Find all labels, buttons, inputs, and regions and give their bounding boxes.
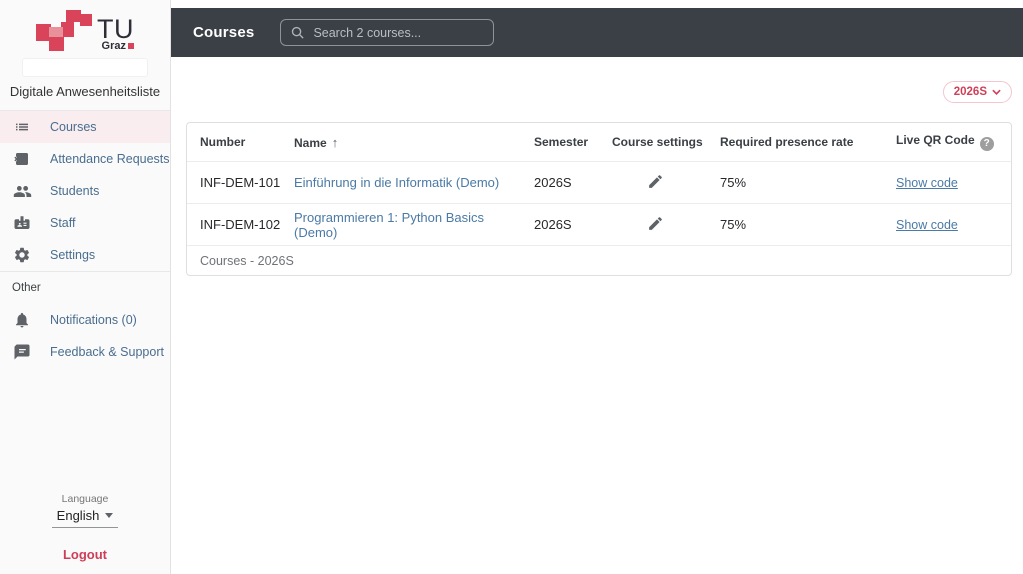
pencil-icon	[649, 174, 662, 188]
sidebar-bottom: Language English Logout	[0, 493, 170, 574]
column-header-number: Number	[200, 135, 246, 149]
edit-course-button[interactable]	[647, 215, 664, 232]
sidebar-item-staff[interactable]: Staff	[0, 207, 170, 239]
sidebar-item-label: Staff	[50, 216, 76, 230]
divider	[0, 271, 170, 272]
presence-rate: 75%	[707, 203, 883, 245]
topbar: Courses	[171, 8, 1023, 57]
edit-course-button[interactable]	[647, 173, 664, 190]
cancel-presentation-icon	[12, 149, 32, 169]
show-code-link[interactable]: Show code	[896, 176, 958, 190]
language-select[interactable]: English	[52, 508, 118, 528]
sidebar-item-students[interactable]: Students	[0, 175, 170, 207]
logout-button[interactable]: Logout	[63, 547, 107, 562]
sort-asc-icon: ↑	[331, 134, 339, 150]
table-row: INF-DEM-101 Einführung in die Informatik…	[187, 161, 1011, 203]
sidebar-item-settings[interactable]: Settings	[0, 239, 170, 271]
bell-icon	[12, 310, 32, 330]
logo-text-graz: Graz	[101, 40, 126, 52]
column-header-live-qr-code: Live QR Code	[883, 123, 1011, 161]
presence-rate: 75%	[707, 161, 883, 203]
table-footer-row: Courses - 2026S	[187, 245, 1011, 275]
app-title: Digitale Anwesenheitsliste	[9, 84, 161, 99]
column-header-semester: Semester	[534, 135, 589, 149]
sidebar-item-label: Students	[50, 184, 100, 198]
gear-icon	[12, 245, 32, 265]
sidebar-item-attendance-requests[interactable]: Attendance Requests	[0, 143, 170, 175]
badge-icon	[12, 213, 32, 233]
sidebar-item-label: Feedback & Support	[50, 345, 164, 359]
semester-filter-button[interactable]: 2026S	[942, 81, 1012, 103]
column-header-name[interactable]: Name ↑	[281, 123, 521, 161]
page-title: Courses	[193, 24, 255, 41]
column-header-course-settings: Course settings	[612, 135, 703, 149]
sidebar-item-label: Notifications (0)	[50, 313, 137, 327]
course-name-link[interactable]: Einführung in die Informatik (Demo)	[294, 175, 499, 190]
course-number: INF-DEM-102	[187, 203, 281, 245]
language-label: Language	[61, 493, 109, 505]
show-code-link[interactable]: Show code	[896, 218, 958, 232]
column-header-presence-rate: Required presence rate	[720, 135, 854, 149]
logo-text-tu: TU	[97, 14, 134, 44]
people-icon	[12, 181, 32, 201]
table-footer-label: Courses - 2026S	[187, 245, 1011, 275]
logo-subtitle-box	[23, 59, 147, 76]
pencil-icon	[649, 216, 662, 230]
list-icon	[12, 117, 32, 137]
course-name-link[interactable]: Programmieren 1: Python Basics (Demo)	[294, 210, 484, 240]
logo-red-square	[128, 43, 134, 49]
table-header-row: Number Name ↑ Semester Course settings Re…	[187, 123, 1011, 161]
main-area: Courses 2026S	[171, 0, 1023, 574]
course-number: INF-DEM-101	[187, 161, 281, 203]
tu-graz-logo-mark	[36, 10, 92, 51]
search-input[interactable]	[313, 25, 485, 40]
help-icon[interactable]	[979, 136, 994, 151]
content: 2026S Number Name ↑ Semester Course sett…	[171, 57, 1023, 276]
other-section-label: Other	[12, 282, 41, 294]
course-semester: 2026S	[521, 203, 599, 245]
sidebar-item-feedback-support[interactable]: Feedback & Support	[0, 336, 170, 368]
language-value: English	[56, 508, 100, 523]
course-semester: 2026S	[521, 161, 599, 203]
sidebar-item-courses[interactable]: Courses	[0, 111, 170, 143]
chat-icon	[12, 342, 32, 362]
sidebar-nav: Courses Attendance Requests Students Sta…	[0, 111, 170, 271]
courses-table: Number Name ↑ Semester Course settings Re…	[186, 122, 1012, 276]
search-icon	[292, 26, 305, 39]
sidebar: TU Graz Digitale Anwesenheitsliste Cours…	[0, 0, 171, 574]
sidebar-item-label: Attendance Requests	[50, 152, 170, 166]
app-root: TU Graz Digitale Anwesenheitsliste Cours…	[0, 0, 1023, 574]
chevron-down-icon	[992, 89, 1001, 95]
semester-filter-label: 2026S	[953, 86, 987, 98]
chevron-down-icon	[105, 513, 114, 518]
sidebar-item-label: Courses	[50, 120, 97, 134]
sidebar-item-notifications[interactable]: Notifications (0)	[0, 304, 170, 336]
search-box[interactable]	[280, 19, 495, 46]
sidebar-item-label: Settings	[50, 248, 96, 262]
tu-graz-logo: TU Graz	[0, 10, 170, 54]
table-row: INF-DEM-102 Programmieren 1: Python Basi…	[187, 203, 1011, 245]
